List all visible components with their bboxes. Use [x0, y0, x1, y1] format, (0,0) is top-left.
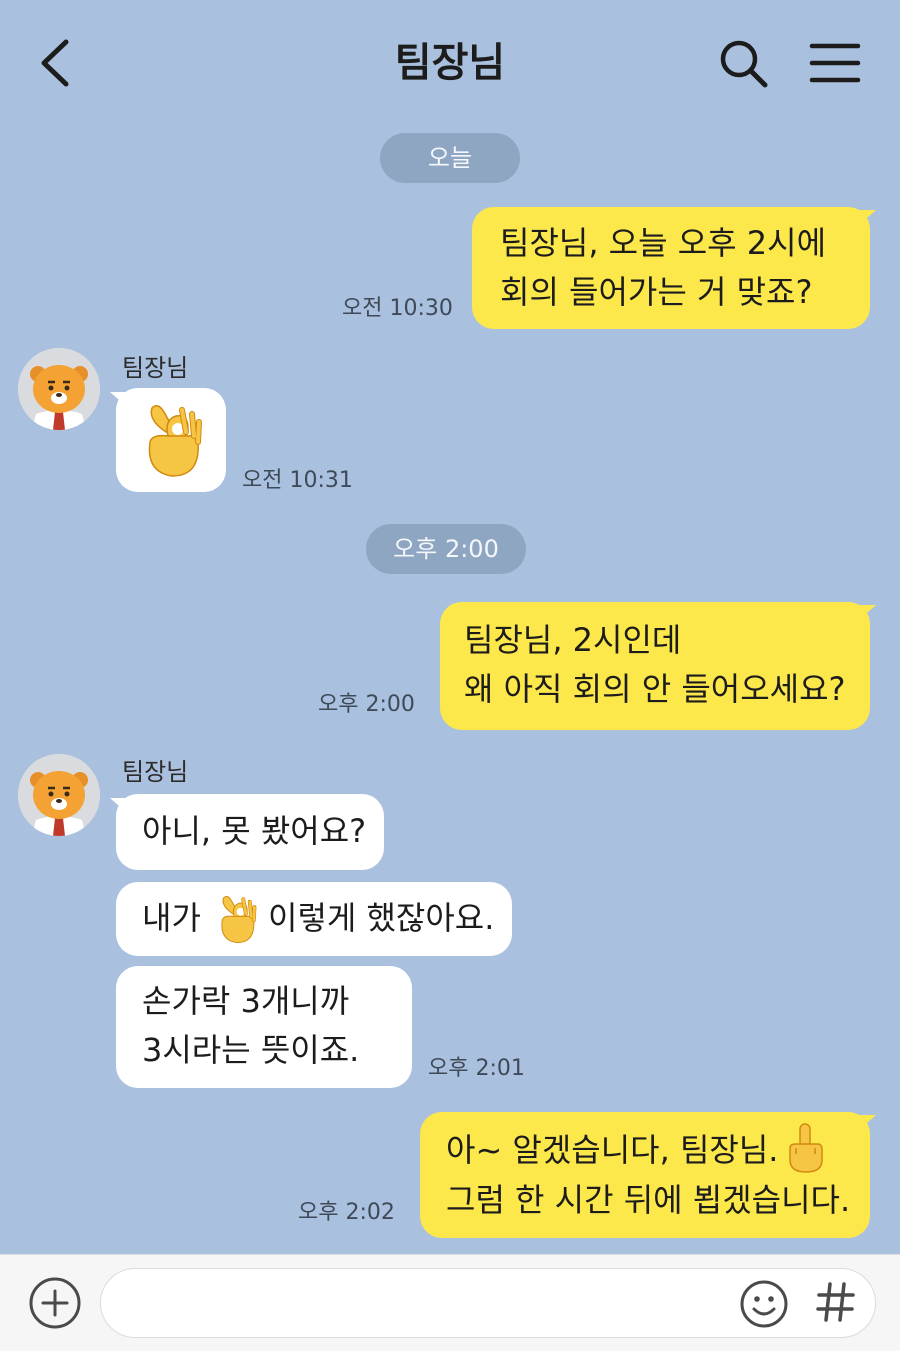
avatar[interactable]	[18, 754, 100, 836]
ok-hand-icon	[221, 895, 257, 944]
date-divider-today: 오늘	[380, 133, 520, 183]
outgoing-message-bubble[interactable]: 팀장님, 오늘 오후 2시에 회의 들어가는 거 맞죠?	[472, 207, 870, 329]
hashtag-icon[interactable]	[808, 1274, 864, 1330]
back-arrow-icon[interactable]	[30, 36, 80, 90]
message-time: 오전 10:30	[342, 296, 453, 321]
message-text: 아~ 알겠습니다, 팀장님.	[446, 1131, 779, 1169]
emoji-icon[interactable]	[738, 1278, 790, 1330]
search-icon[interactable]	[716, 36, 770, 90]
menu-icon[interactable]	[806, 38, 864, 88]
incoming-message-bubble[interactable]: 아니, 못 봤어요?	[116, 794, 384, 870]
message-time: 오후 2:01	[428, 1056, 525, 1081]
message-time: 오후 2:00	[318, 692, 415, 717]
chat-title: 팀장님	[394, 40, 506, 86]
middle-finger-icon	[789, 1123, 823, 1173]
message-time: 오전 10:31	[242, 468, 353, 493]
outgoing-message-bubble[interactable]: 아~ 알겠습니다, 팀장님. 그럼 한 시간 뒤에 뵙겠습니다.	[420, 1112, 870, 1238]
incoming-message-bubble[interactable]: 내가 이렇게 했잖아요.	[116, 882, 512, 956]
incoming-message-bubble[interactable]	[116, 388, 226, 492]
bubble-tail	[858, 1115, 876, 1131]
ok-hand-icon	[148, 405, 202, 477]
bubble-tail	[858, 605, 876, 621]
incoming-message-bubble[interactable]: 손가락 3개니까 3시라는 뜻이죠.	[116, 966, 412, 1088]
message-text: 그럼 한 시간 뒤에 뵙겠습니다.	[446, 1181, 851, 1219]
sender-name: 팀장님	[122, 758, 189, 786]
message-time: 오후 2:02	[298, 1200, 395, 1225]
plus-icon[interactable]	[28, 1276, 82, 1330]
avatar[interactable]	[18, 348, 100, 430]
outgoing-message-bubble[interactable]: 팀장님, 2시인데 왜 아직 회의 안 들어오세요?	[440, 602, 870, 730]
message-text: 내가	[142, 899, 201, 937]
bubble-tail	[858, 210, 876, 226]
date-divider-afternoon: 오후 2:00	[366, 524, 526, 574]
message-text: 이렇게 했잖아요.	[268, 899, 495, 937]
sender-name: 팀장님	[122, 354, 189, 382]
